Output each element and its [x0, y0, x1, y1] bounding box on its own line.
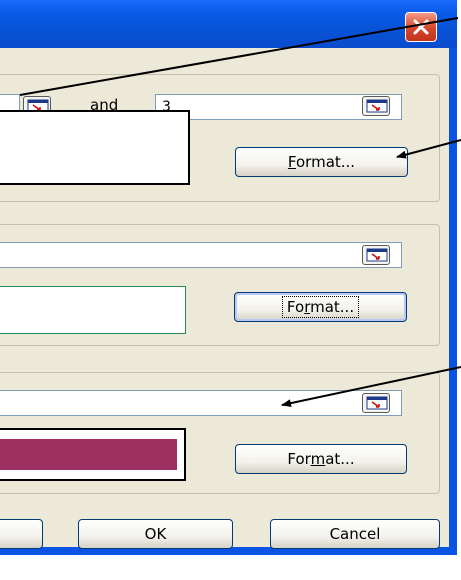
close-icon [413, 19, 429, 35]
condition-2-format-preview [0, 286, 186, 334]
window-border-right [449, 0, 457, 550]
truncated-button[interactable] [0, 519, 43, 549]
condition-3-format-preview [0, 428, 186, 481]
condition-1-format-button[interactable]: Format... [235, 147, 408, 177]
condition-2-format-button[interactable]: Format... [234, 292, 407, 322]
screenshot: and 3 Format... Format... Format... OK C… [0, 0, 461, 580]
close-button[interactable] [405, 12, 437, 42]
condition-1-format-preview [0, 110, 190, 185]
cancel-button[interactable]: Cancel [270, 519, 440, 549]
condition-2-value-field[interactable] [0, 242, 402, 268]
condition-3-picker-button[interactable] [362, 393, 390, 413]
range-picker-icon [366, 396, 388, 410]
preview-fill-swatch [0, 439, 177, 470]
range-picker-icon [366, 248, 388, 262]
cropped-text-below [0, 562, 461, 580]
condition-1-value2-picker-button[interactable] [362, 96, 390, 116]
condition-2-picker-button[interactable] [362, 245, 390, 265]
condition-3-value-field[interactable] [0, 390, 402, 416]
format-button-label: Format... [281, 296, 360, 318]
title-bar[interactable] [0, 0, 457, 48]
condition-3-format-button[interactable]: Format... [235, 444, 407, 474]
range-picker-icon [366, 99, 388, 113]
ok-button[interactable]: OK [78, 519, 233, 549]
format-button-label: Format... [287, 450, 355, 468]
format-button-label: Format... [287, 153, 356, 171]
